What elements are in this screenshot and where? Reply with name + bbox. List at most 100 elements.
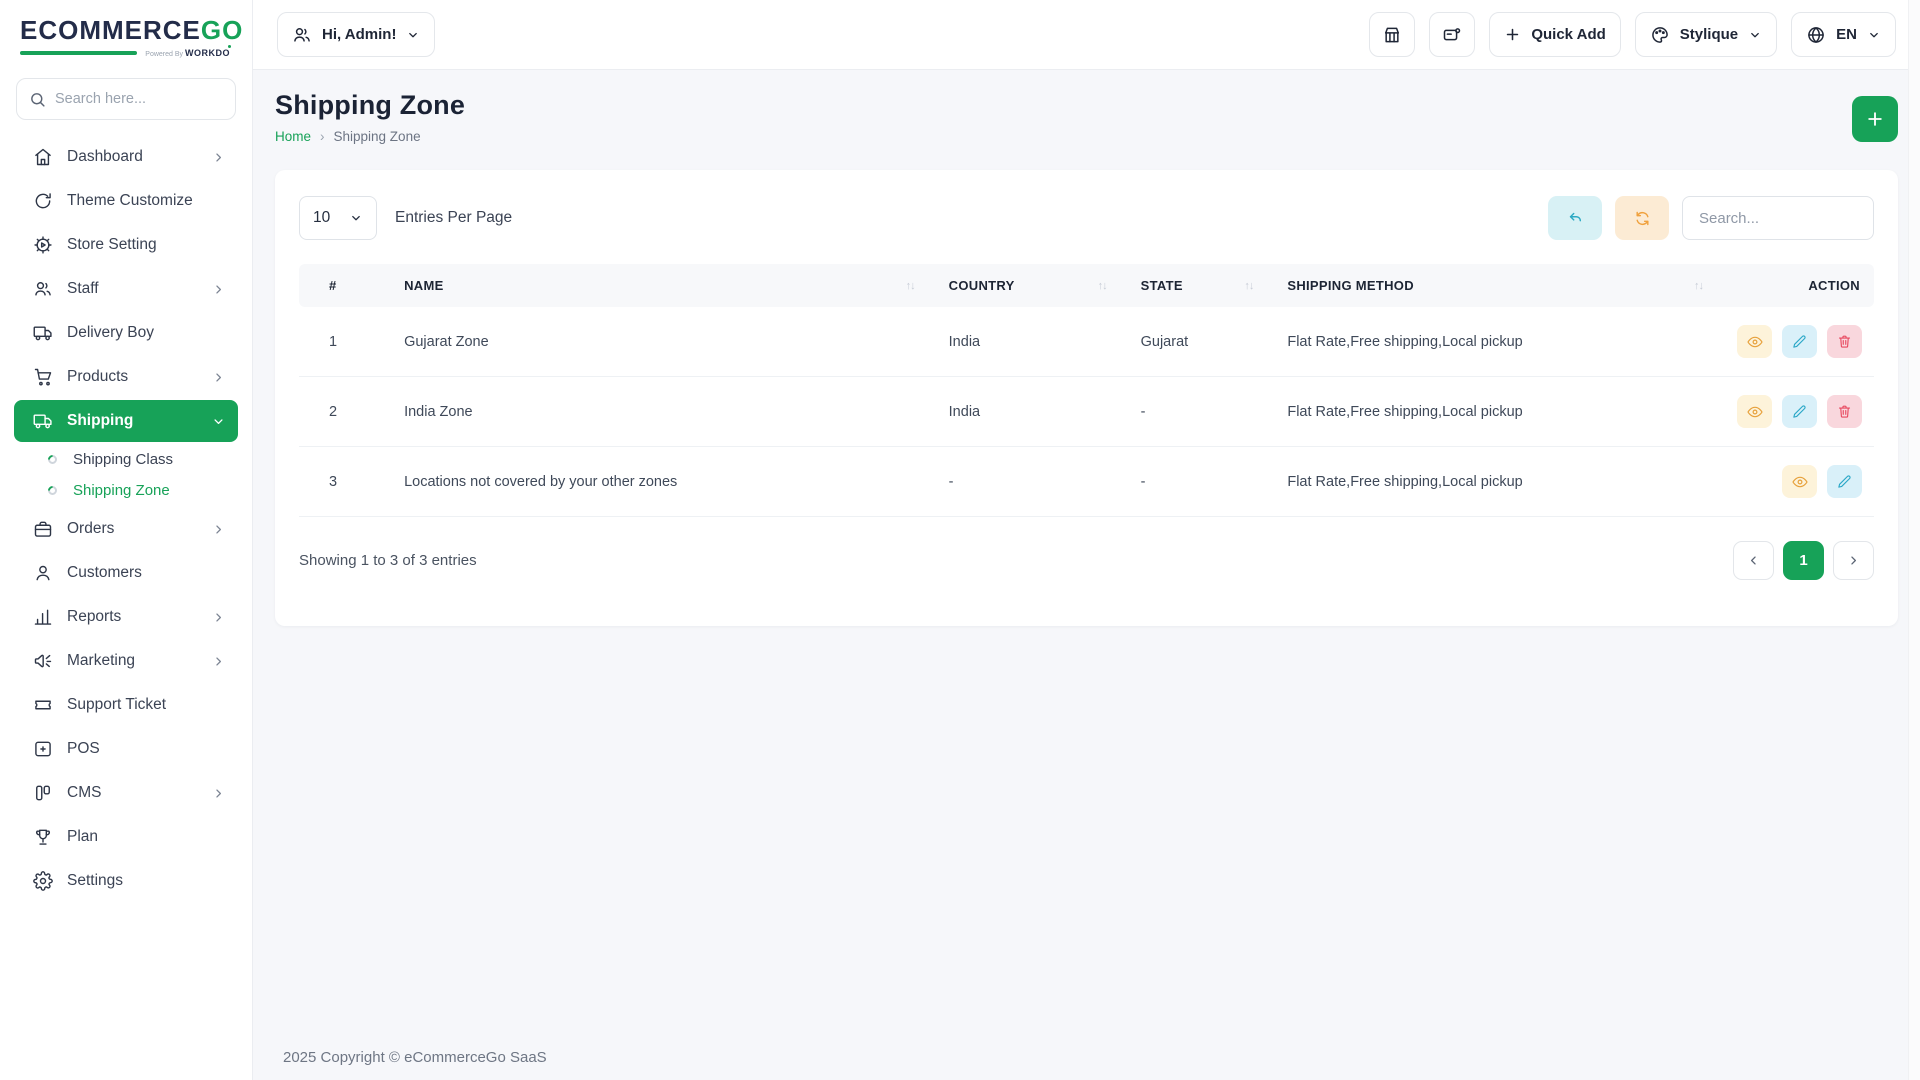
undo-button[interactable] bbox=[1548, 196, 1602, 240]
sort-icon[interactable]: ↑↓ bbox=[906, 280, 916, 292]
language-button[interactable]: EN bbox=[1791, 12, 1896, 57]
chevron-right-icon bbox=[211, 150, 226, 165]
column-header-country[interactable]: COUNTRY ↑↓ bbox=[938, 264, 1131, 307]
sidebar-item-support-ticket[interactable]: Support Ticket bbox=[14, 684, 238, 726]
table-search-input[interactable] bbox=[1682, 196, 1874, 240]
main-area: Hi, Admin! Quick Add Stylique EN Shippin… bbox=[253, 0, 1920, 1080]
page-title: Shipping Zone bbox=[275, 90, 466, 120]
user-menu-button[interactable]: Hi, Admin! bbox=[277, 12, 436, 57]
users-icon bbox=[292, 25, 312, 45]
refresh-button[interactable] bbox=[1615, 196, 1669, 240]
breadcrumb-home-link[interactable]: Home bbox=[275, 129, 311, 144]
quick-add-button[interactable]: Quick Add bbox=[1489, 12, 1621, 57]
sidebar-item-plan[interactable]: Plan bbox=[14, 816, 238, 858]
sidebar-item-theme-customize[interactable]: Theme Customize bbox=[14, 180, 238, 222]
page-1-button[interactable]: 1 bbox=[1783, 541, 1824, 580]
sidebar-item-shipping-zone[interactable]: Shipping Zone bbox=[14, 475, 238, 506]
column-header-name[interactable]: NAME ↑↓ bbox=[394, 264, 939, 307]
add-shipping-zone-button[interactable] bbox=[1852, 96, 1898, 142]
sidebar-item-pos[interactable]: POS bbox=[14, 728, 238, 770]
sort-icon[interactable]: ↑↓ bbox=[1244, 280, 1254, 292]
sidebar-item-shipping-class[interactable]: Shipping Class bbox=[14, 444, 238, 475]
column-header-method[interactable]: SHIPPING METHOD ↑↓ bbox=[1277, 264, 1727, 307]
edit-button[interactable] bbox=[1827, 465, 1862, 498]
eye-icon bbox=[1746, 334, 1763, 350]
truck-icon bbox=[33, 323, 53, 343]
entries-per-page-select[interactable]: 10 bbox=[299, 196, 377, 240]
sidebar-item-label: Shipping bbox=[67, 412, 134, 429]
sort-icon[interactable]: ↑↓ bbox=[1098, 280, 1108, 292]
pencil-icon bbox=[1837, 474, 1852, 489]
content: Shipping Zone Home › Shipping Zone 10 En… bbox=[253, 70, 1920, 1080]
edit-button[interactable] bbox=[1782, 395, 1817, 428]
sidebar-item-shipping[interactable]: Shipping bbox=[14, 400, 238, 442]
sidebar-item-cms[interactable]: CMS bbox=[14, 772, 238, 814]
column-header-state[interactable]: STATE ↑↓ bbox=[1130, 264, 1278, 307]
sidebar-item-label: Support Ticket bbox=[67, 696, 167, 713]
cms-icon bbox=[33, 783, 53, 803]
globe-icon bbox=[1806, 25, 1826, 45]
sidebar-item-dashboard[interactable]: Dashboard bbox=[14, 136, 238, 178]
chevron-right-icon bbox=[211, 282, 226, 297]
view-button[interactable] bbox=[1737, 325, 1772, 358]
entries-per-page-label: Entries Per Page bbox=[395, 209, 513, 226]
edit-button[interactable] bbox=[1782, 325, 1817, 358]
home-icon bbox=[33, 147, 53, 167]
sidebar-item-delivery-boy[interactable]: Delivery Boy bbox=[14, 312, 238, 354]
sidebar-item-label: Delivery Boy bbox=[67, 324, 154, 341]
pencil-icon bbox=[1792, 334, 1807, 349]
storefront-button[interactable] bbox=[1369, 12, 1416, 57]
sidebar-item-reports[interactable]: Reports bbox=[14, 596, 238, 638]
cell-state: Gujarat bbox=[1130, 307, 1278, 377]
trophy-icon bbox=[33, 827, 53, 847]
store-setting-icon bbox=[33, 235, 53, 255]
next-page-button[interactable] bbox=[1833, 541, 1874, 580]
breadcrumb-current: Shipping Zone bbox=[333, 129, 421, 144]
undo-icon bbox=[1567, 210, 1584, 227]
prev-page-button[interactable] bbox=[1733, 541, 1774, 580]
card-badge-icon bbox=[1442, 25, 1462, 45]
cell-country: - bbox=[938, 446, 1131, 517]
sidebar-search-input[interactable] bbox=[55, 91, 242, 107]
theme-style-label: Stylique bbox=[1679, 26, 1739, 43]
chevron-right-icon bbox=[211, 610, 226, 625]
sidebar-item-store-setting[interactable]: Store Setting bbox=[14, 224, 238, 266]
cell-name: Gujarat Zone bbox=[394, 307, 939, 377]
app-logo[interactable]: ECOMMERCEGO Powered By WORKDO bbox=[0, 0, 252, 66]
card-button[interactable] bbox=[1429, 12, 1476, 57]
delete-button[interactable] bbox=[1827, 325, 1862, 358]
theme-style-button[interactable]: Stylique bbox=[1634, 12, 1778, 57]
sidebar-item-marketing[interactable]: Marketing bbox=[14, 640, 238, 682]
sort-icon[interactable]: ↑↓ bbox=[1694, 280, 1704, 292]
bar-chart-icon bbox=[33, 607, 53, 627]
delete-button[interactable] bbox=[1827, 395, 1862, 428]
users-icon bbox=[33, 279, 53, 299]
breadcrumb: Home › Shipping Zone bbox=[275, 129, 465, 144]
entries-value: 10 bbox=[313, 209, 331, 226]
table-row: 3 Locations not covered by your other zo… bbox=[299, 446, 1874, 517]
sidebar-item-label: Store Setting bbox=[67, 236, 157, 253]
table-row: 2 India Zone India - Flat Rate,Free ship… bbox=[299, 376, 1874, 447]
sidebar-item-settings[interactable]: Settings bbox=[14, 860, 238, 902]
view-button[interactable] bbox=[1782, 465, 1817, 498]
sidebar-item-products[interactable]: Products bbox=[14, 356, 238, 398]
chevron-right-icon bbox=[1846, 553, 1861, 568]
sidebar-item-label: POS bbox=[67, 740, 100, 757]
sidebar-item-customers[interactable]: Customers bbox=[14, 552, 238, 594]
cell-name: Locations not covered by your other zone… bbox=[394, 446, 939, 517]
pos-icon bbox=[33, 739, 53, 759]
logo-accent: GO bbox=[200, 15, 244, 45]
cell-state: - bbox=[1130, 376, 1278, 447]
sidebar-item-orders[interactable]: Orders bbox=[14, 508, 238, 550]
eye-icon bbox=[1746, 404, 1763, 420]
sidebar-item-label: Theme Customize bbox=[67, 192, 193, 209]
cell-country: India bbox=[938, 376, 1131, 447]
view-button[interactable] bbox=[1737, 395, 1772, 428]
chevron-right-icon bbox=[211, 786, 226, 801]
chevron-down-icon bbox=[211, 414, 226, 429]
chevron-down-icon bbox=[1867, 28, 1881, 42]
sidebar: ECOMMERCEGO Powered By WORKDO Dashboard … bbox=[0, 0, 253, 1080]
scrollbar[interactable] bbox=[1908, 0, 1920, 1080]
chevron-right-icon bbox=[211, 370, 226, 385]
sidebar-item-staff[interactable]: Staff bbox=[14, 268, 238, 310]
